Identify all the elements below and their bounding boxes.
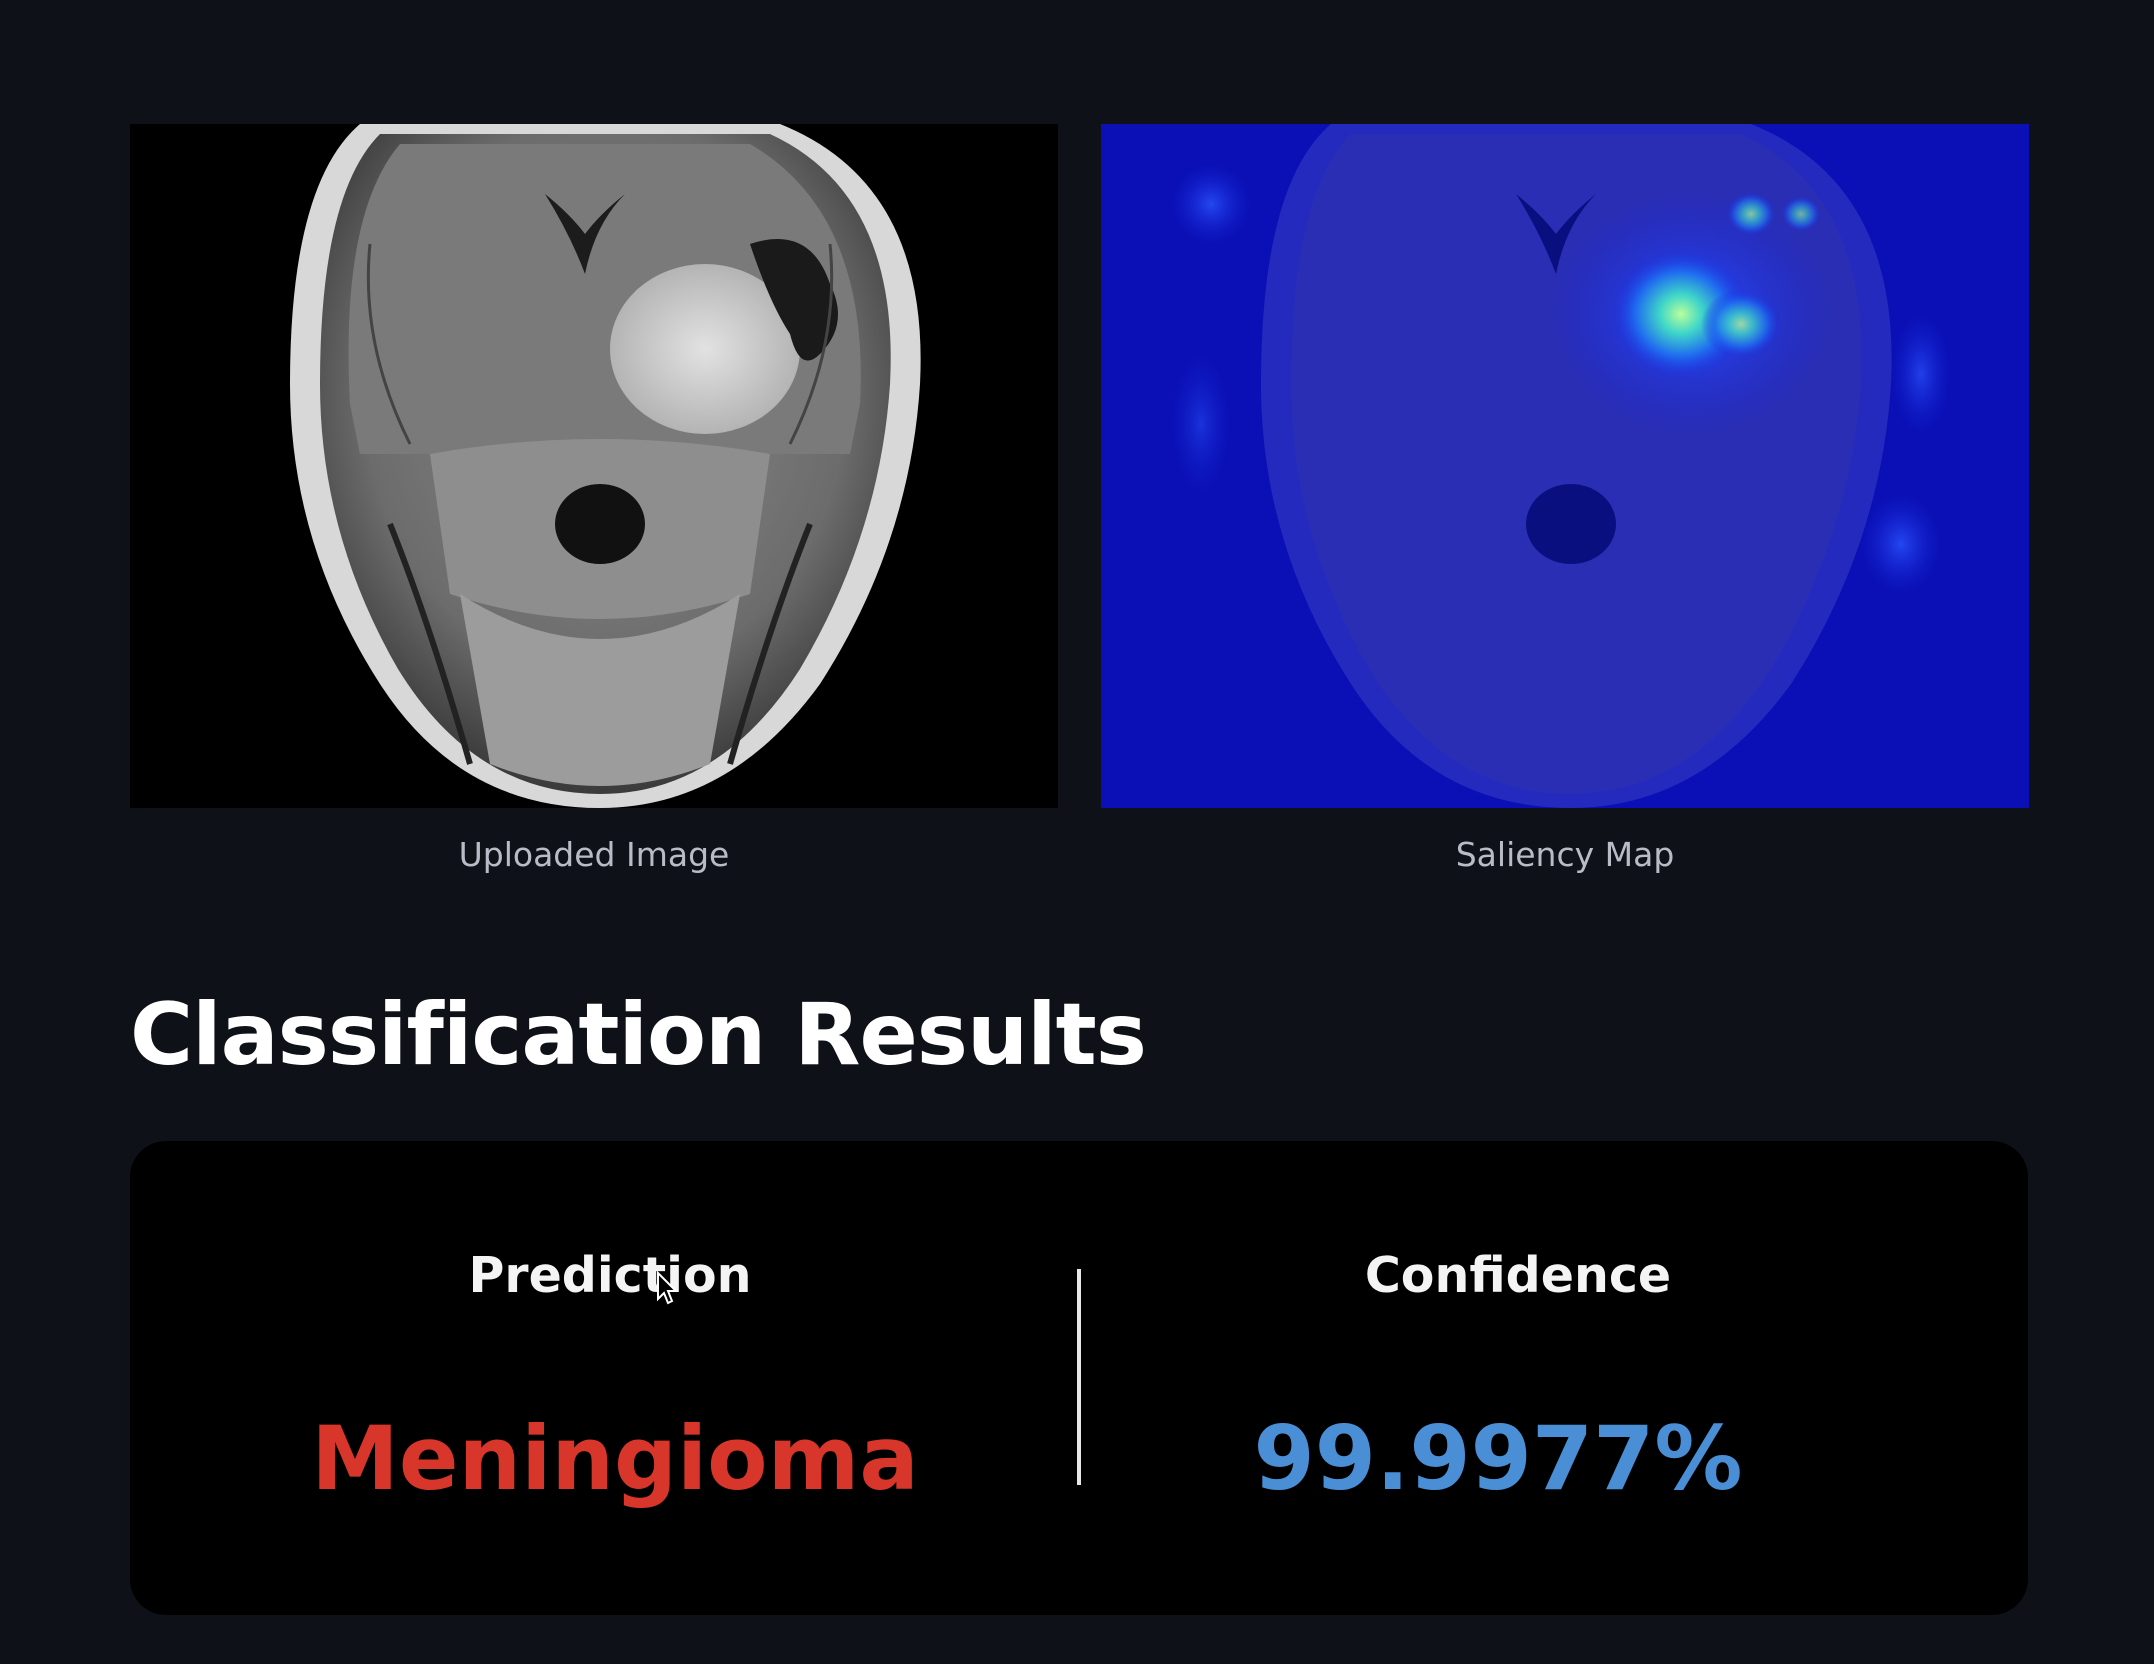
- mouse-pointer-icon: [657, 1271, 679, 1305]
- saliency-map-caption: Saliency Map: [1455, 835, 1675, 874]
- classification-results-heading: Classification Results: [130, 985, 1147, 1085]
- saliency-heatmap-graphic: [1101, 124, 2029, 808]
- results-card: Prediction Meningioma Confidence 99.9977…: [130, 1141, 2028, 1615]
- confidence-label: Confidence: [1364, 1247, 1672, 1304]
- confidence-value: 99.9977%: [1253, 1407, 1743, 1510]
- confidence-metric: Confidence 99.9977%: [1128, 1141, 2028, 1615]
- saliency-map-image: [1101, 124, 2029, 808]
- uploaded-image-caption: Uploaded Image: [458, 835, 730, 874]
- mri-scan-graphic: [130, 124, 1058, 808]
- prediction-label: Prediction: [468, 1247, 752, 1304]
- uploaded-mri-image: [130, 124, 1058, 808]
- app-page: Uploaded Image Saliency Map Classificati…: [0, 0, 2154, 1664]
- prediction-value: Meningioma: [311, 1407, 919, 1510]
- prediction-metric: Prediction Meningioma: [130, 1141, 1030, 1615]
